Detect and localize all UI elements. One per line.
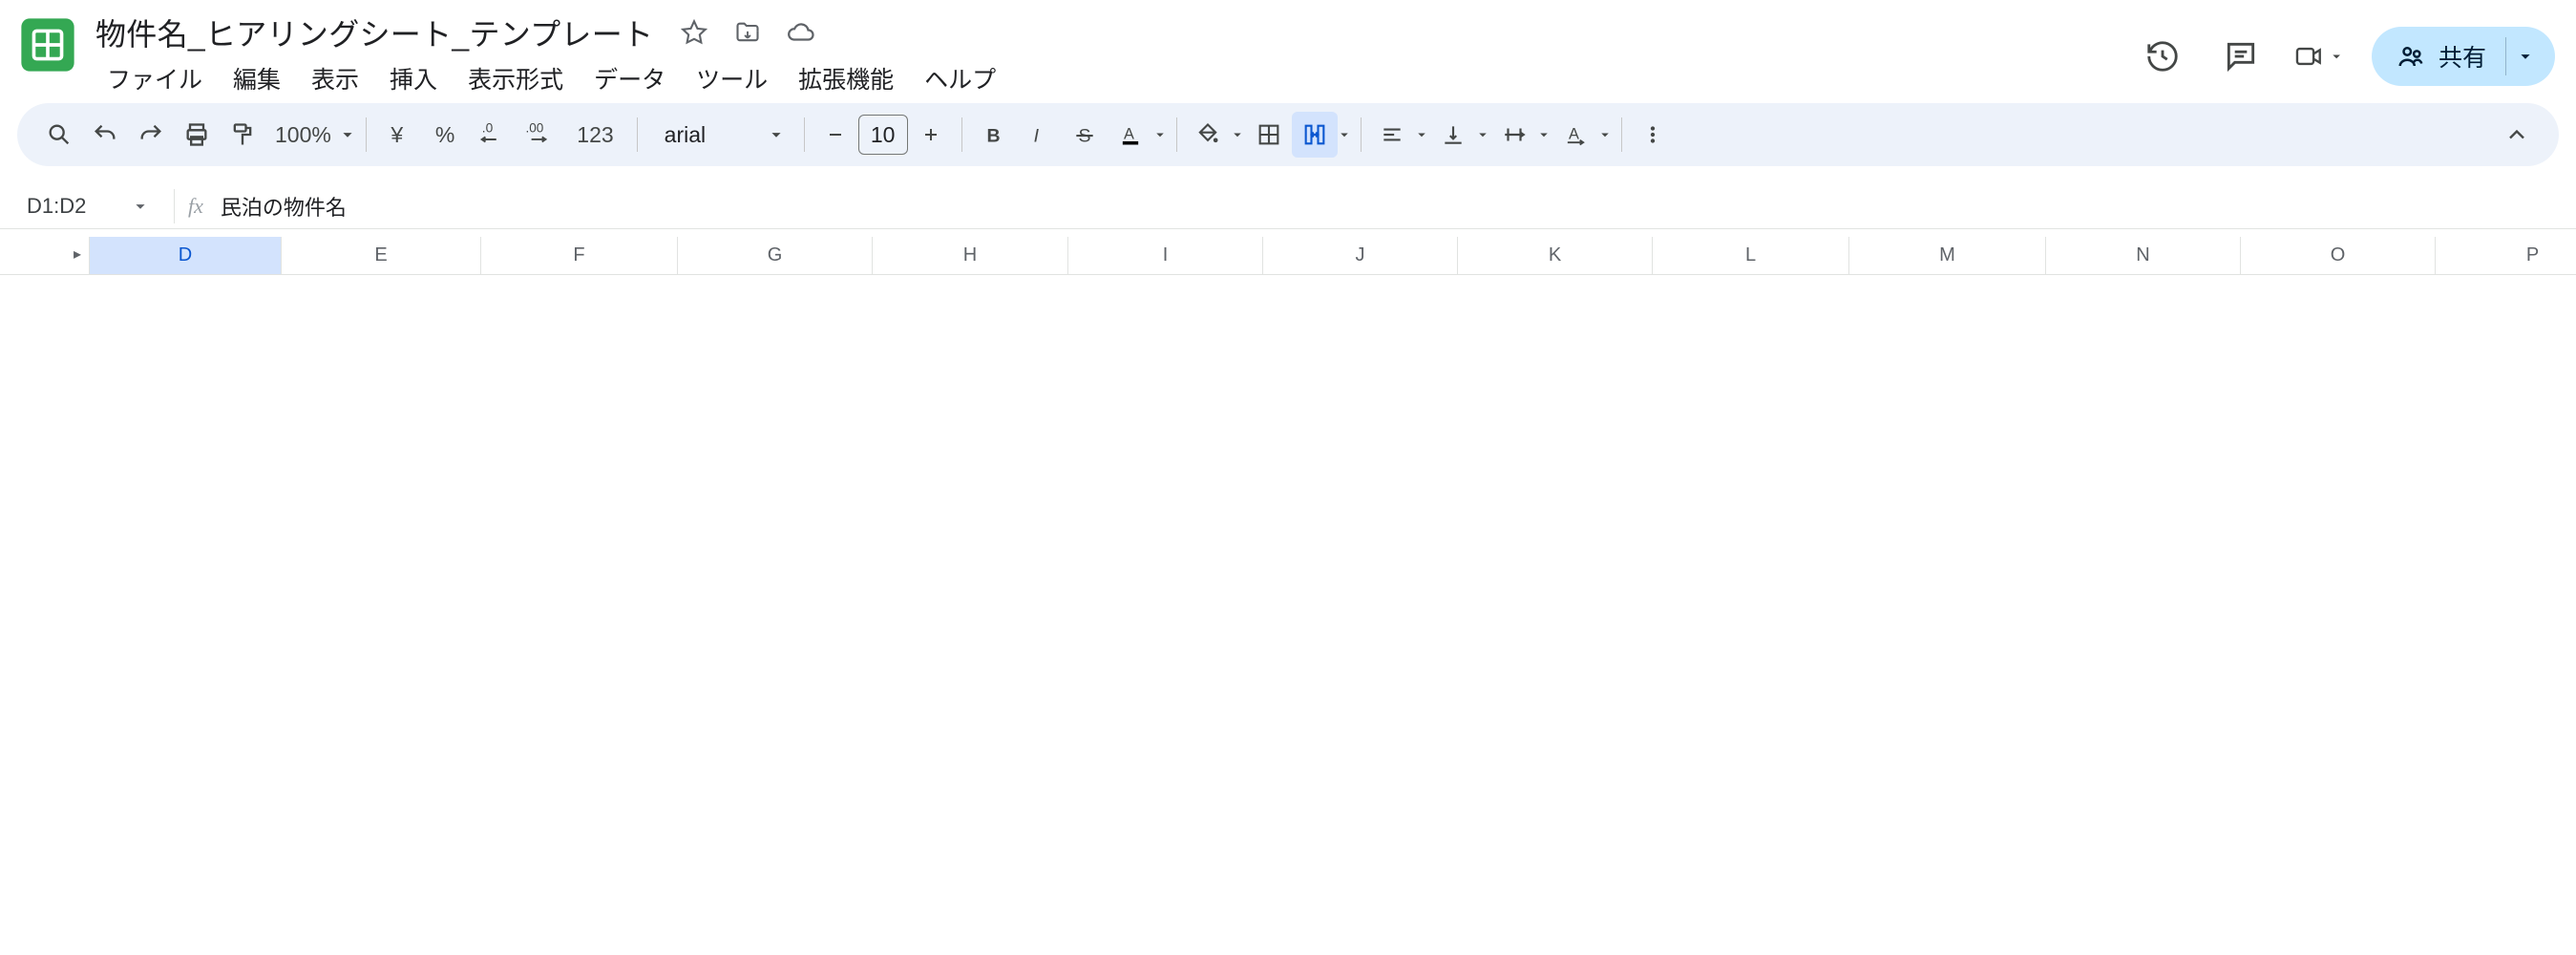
italic-icon[interactable]: I xyxy=(1016,112,1062,158)
sheets-logo[interactable] xyxy=(17,14,78,75)
menu-8[interactable]: ヘルプ xyxy=(909,55,1011,101)
col-header-E[interactable]: E xyxy=(282,237,481,275)
format-currency[interactable]: ¥ xyxy=(374,112,420,158)
svg-text:.00: .00 xyxy=(526,121,544,136)
share-dropdown-icon[interactable] xyxy=(2505,37,2544,75)
col-header-N[interactable]: N xyxy=(2046,237,2241,275)
redo-icon[interactable] xyxy=(128,112,174,158)
font-size-input[interactable]: 10 xyxy=(858,115,908,155)
increase-decimal-icon[interactable]: .00 xyxy=(516,112,561,158)
collapse-toolbar-icon[interactable] xyxy=(2494,112,2540,158)
paint-format-icon[interactable] xyxy=(220,112,265,158)
name-box[interactable]: D1:D2 xyxy=(17,187,160,225)
meet-icon[interactable] xyxy=(2293,31,2345,82)
svg-text:I: I xyxy=(1033,126,1039,147)
col-header-M[interactable]: M xyxy=(1849,237,2046,275)
format-more[interactable]: 123 xyxy=(561,112,628,158)
strikethrough-icon[interactable]: S xyxy=(1062,112,1108,158)
menu-4[interactable]: 表示形式 xyxy=(453,55,579,101)
fx-icon: fx xyxy=(188,194,203,219)
rotation-dropdown[interactable]: A xyxy=(1552,112,1614,158)
svg-text:.0: .0 xyxy=(482,121,494,136)
decrease-decimal-icon[interactable]: .0 xyxy=(470,112,516,158)
h-align-dropdown[interactable] xyxy=(1369,112,1430,158)
svg-text:A: A xyxy=(1124,126,1134,143)
menu-3[interactable]: 挿入 xyxy=(374,55,453,101)
menu-0[interactable]: ファイル xyxy=(92,55,218,101)
more-toolbar-icon[interactable] xyxy=(1630,112,1676,158)
svg-text:A: A xyxy=(1569,126,1579,143)
name-box-value: D1:D2 xyxy=(27,194,86,219)
bold-icon[interactable]: B xyxy=(970,112,1016,158)
star-icon[interactable] xyxy=(678,16,710,49)
borders-icon[interactable] xyxy=(1246,112,1292,158)
font-size-decrease[interactable] xyxy=(813,112,858,158)
undo-icon[interactable] xyxy=(82,112,128,158)
col-header-K[interactable]: K xyxy=(1458,237,1653,275)
font-size-increase[interactable] xyxy=(908,112,954,158)
share-label: 共有 xyxy=(2439,39,2486,74)
col-header-O[interactable]: O xyxy=(2241,237,2436,275)
cloud-status-icon[interactable] xyxy=(785,16,817,49)
search-menu-icon[interactable] xyxy=(36,112,82,158)
menu-6[interactable]: ツール xyxy=(681,55,783,101)
zoom-value: 100% xyxy=(265,122,337,148)
col-header-J[interactable]: J xyxy=(1263,237,1458,275)
select-all-corner[interactable] xyxy=(0,237,90,275)
format-percent[interactable]: % xyxy=(420,112,470,158)
menu-1[interactable]: 編集 xyxy=(218,55,296,101)
menu-7[interactable]: 拡張機能 xyxy=(783,55,909,101)
font-value: arial xyxy=(655,122,715,148)
col-header-I[interactable]: I xyxy=(1068,237,1263,275)
col-header-P[interactable]: P xyxy=(2436,237,2576,275)
document-title[interactable]: 物件名_ヒアリングシート_テンプレート xyxy=(92,11,657,54)
text-color-dropdown[interactable]: A xyxy=(1108,112,1169,158)
v-align-dropdown[interactable] xyxy=(1430,112,1491,158)
history-icon[interactable] xyxy=(2137,31,2188,82)
wrap-dropdown[interactable] xyxy=(1491,112,1552,158)
move-icon[interactable] xyxy=(731,16,764,49)
fill-color-dropdown[interactable] xyxy=(1185,112,1246,158)
menu-2[interactable]: 表示 xyxy=(296,55,374,101)
col-header-L[interactable]: L xyxy=(1653,237,1849,275)
merge-cells-dropdown[interactable] xyxy=(1292,112,1353,158)
col-header-G[interactable]: G xyxy=(678,237,873,275)
col-header-F[interactable]: F xyxy=(481,237,678,275)
formula-content[interactable]: 民泊の物件名 xyxy=(221,191,347,222)
svg-text:B: B xyxy=(986,126,1000,147)
share-button[interactable]: 共有 xyxy=(2372,27,2555,86)
col-header-D[interactable]: D xyxy=(90,237,282,275)
col-header-H[interactable]: H xyxy=(873,237,1068,275)
zoom-dropdown[interactable]: 100% xyxy=(265,112,358,158)
comments-icon[interactable] xyxy=(2215,31,2267,82)
menu-5[interactable]: データ xyxy=(579,55,681,101)
print-icon[interactable] xyxy=(174,112,220,158)
font-dropdown[interactable]: arial xyxy=(645,113,796,157)
